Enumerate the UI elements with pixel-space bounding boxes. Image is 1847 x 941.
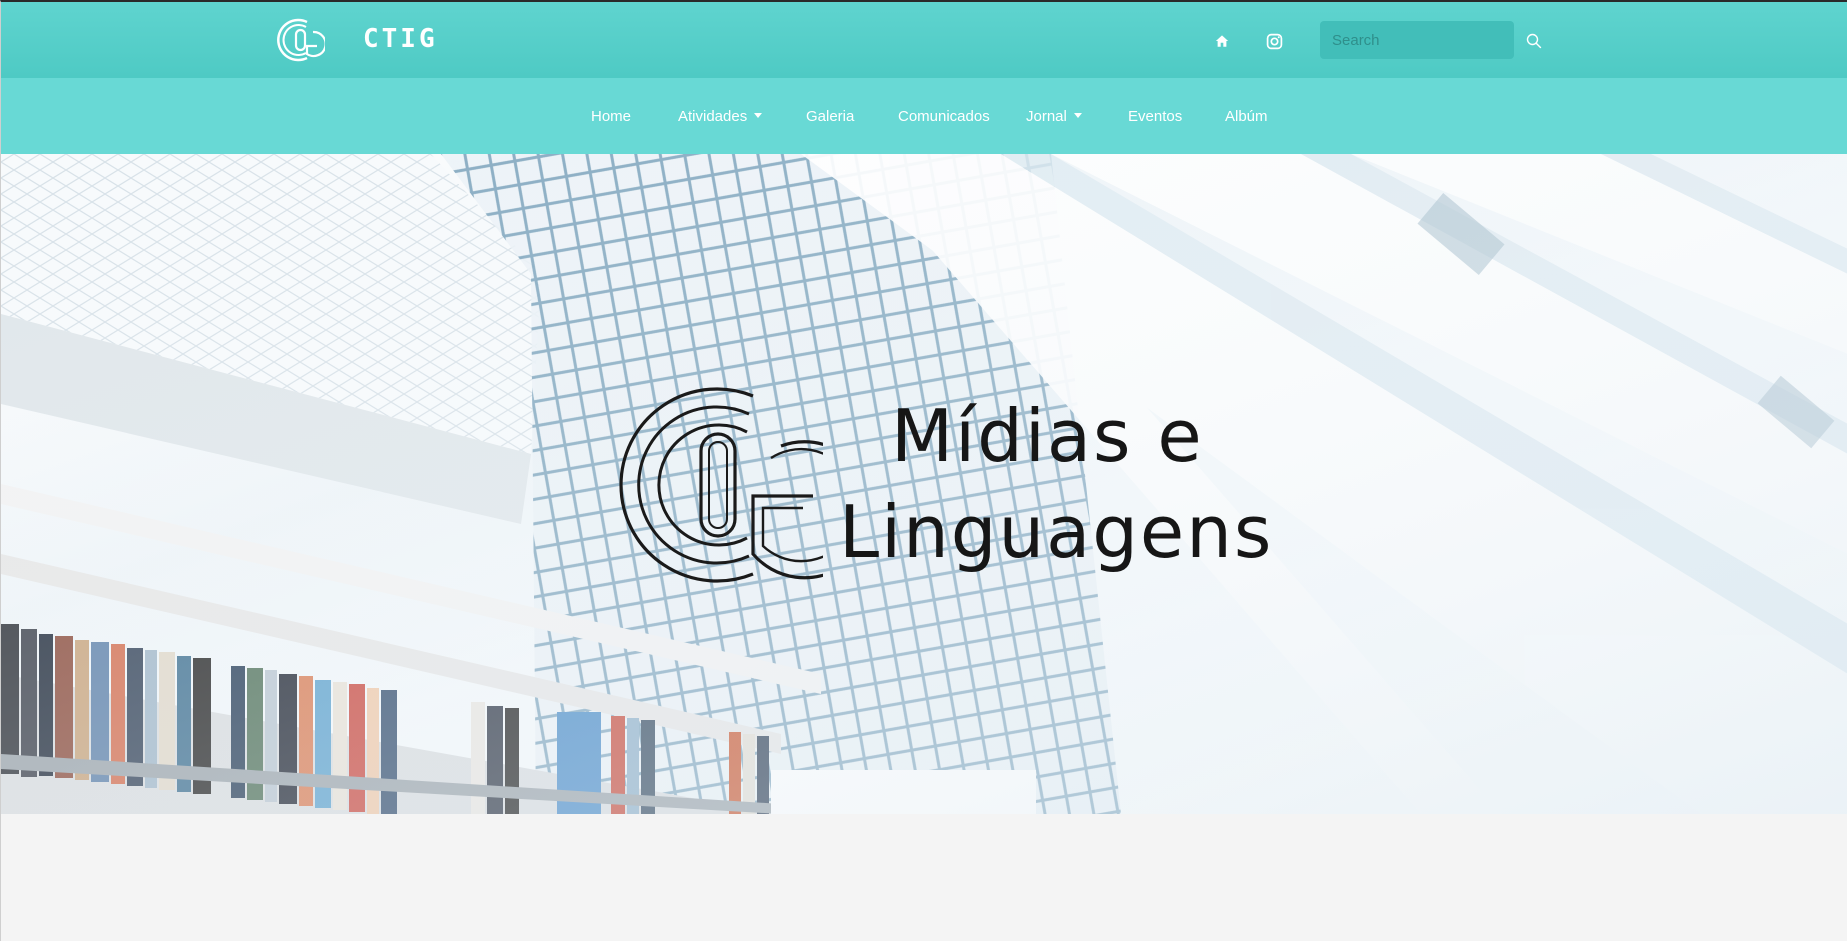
nav-item-comunicados[interactable]: Comunicados bbox=[898, 108, 990, 128]
brand-name[interactable]: CTIG bbox=[363, 24, 438, 54]
nav-item-label: Galeria bbox=[806, 108, 855, 125]
nav-item-eventos[interactable]: Eventos bbox=[1128, 108, 1182, 128]
search-icon[interactable] bbox=[1523, 30, 1545, 52]
home-icon[interactable] bbox=[1211, 30, 1233, 52]
nav-item-album[interactable]: Albúm bbox=[1225, 108, 1268, 128]
nav-item-atividades[interactable]: Atividades bbox=[678, 108, 763, 128]
nav-item-home[interactable]: Home bbox=[591, 108, 631, 128]
caret-down-icon bbox=[1073, 113, 1082, 118]
nav-item-label: Albúm bbox=[1225, 108, 1268, 125]
hero-title-line1: Mídias e bbox=[891, 394, 1204, 478]
nav-item-label: Eventos bbox=[1128, 108, 1183, 125]
ctig-logo-icon bbox=[619, 387, 823, 583]
caret-down-icon bbox=[754, 113, 763, 118]
instagram-icon[interactable] bbox=[1263, 30, 1285, 52]
top-bar: CTIG bbox=[1, 2, 1847, 78]
hero-title: Mídias e Linguagens bbox=[839, 388, 1273, 580]
hero-title-line2: Linguagens bbox=[839, 490, 1274, 574]
nav-item-label: Home bbox=[591, 108, 632, 125]
ctig-logo-icon[interactable] bbox=[277, 16, 325, 64]
nav-item-jornal[interactable]: Jornal bbox=[1026, 108, 1082, 128]
content-area bbox=[1, 814, 1847, 941]
main-nav: Home Atividades Galeria Comunicados Jorn… bbox=[1, 78, 1847, 154]
hero-banner: Mídias e Linguagens bbox=[1, 154, 1847, 814]
nav-item-galeria[interactable]: Galeria bbox=[806, 108, 854, 128]
nav-item-label: Jornal bbox=[1026, 108, 1067, 125]
nav-item-label: Atividades bbox=[678, 108, 748, 125]
nav-item-label: Comunicados bbox=[898, 108, 990, 125]
search-input[interactable] bbox=[1320, 21, 1514, 59]
